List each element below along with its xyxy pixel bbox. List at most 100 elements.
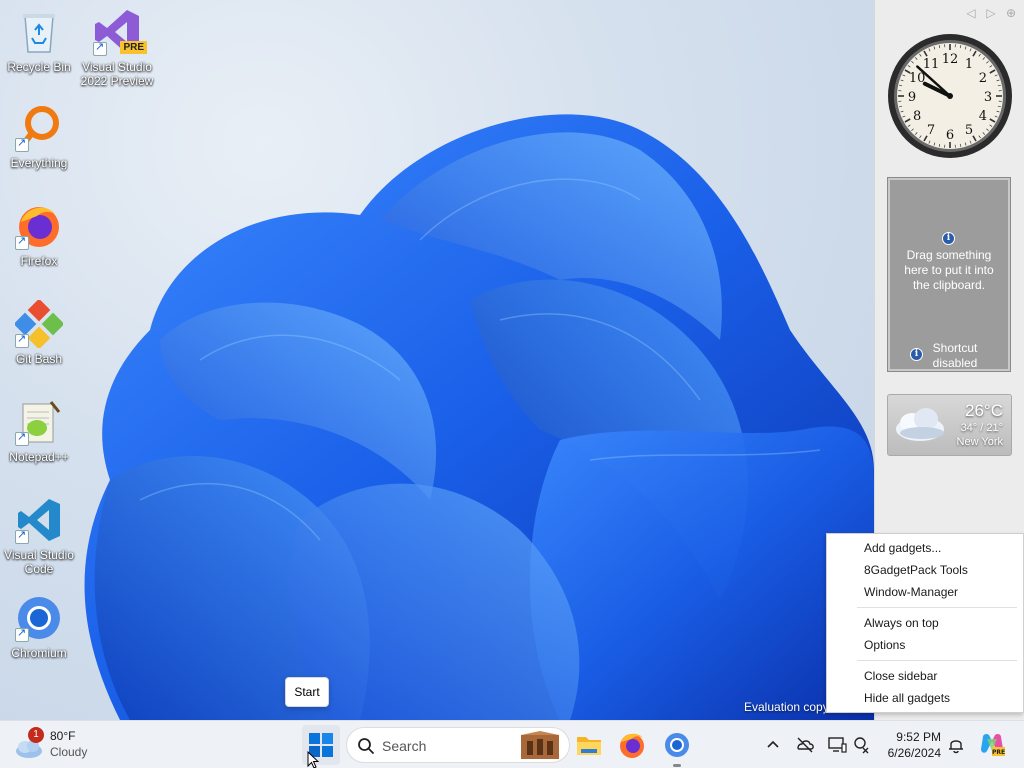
chromium-icon bbox=[665, 733, 689, 757]
clock-numeral: 5 bbox=[965, 123, 973, 138]
clipboard-gadget[interactable]: i Drag something here to put it into the… bbox=[887, 177, 1011, 372]
desktop-icon-notepad-plus-plus[interactable]: Notepad++ bbox=[0, 398, 78, 464]
tray-onedrive[interactable] bbox=[795, 735, 815, 755]
taskbar-file-explorer[interactable] bbox=[571, 727, 607, 763]
evaluation-watermark: Evaluation copy bbox=[744, 700, 826, 714]
taskbar-search-box[interactable]: Search bbox=[346, 727, 570, 763]
menu-item-close-sidebar[interactable]: Close sidebar bbox=[827, 665, 1023, 687]
sidebar-context-menu: Add gadgets... 8GadgetPack Tools Window-… bbox=[826, 533, 1024, 713]
copilot-preview-icon: PRE bbox=[981, 733, 1005, 756]
notification-badge: 1 bbox=[28, 727, 44, 743]
clock-numeral: 1 bbox=[965, 57, 973, 72]
taskbar-chromium[interactable] bbox=[659, 727, 695, 767]
notifications-button[interactable] bbox=[946, 735, 966, 755]
shortcut-arrow-icon bbox=[15, 528, 29, 544]
svg-text:PRE: PRE bbox=[992, 749, 1005, 756]
weather-range: 34° / 21° bbox=[960, 422, 1003, 434]
taskbar-weather-widget[interactable]: 1 80°F Cloudy bbox=[14, 727, 87, 761]
shortcut-arrow-icon bbox=[15, 136, 29, 152]
desktop-icon-everything[interactable]: Everything bbox=[0, 104, 78, 170]
search-icon bbox=[358, 738, 374, 754]
search-placeholder: Search bbox=[382, 738, 427, 754]
desktop-icon-recycle-bin[interactable]: Recycle Bin bbox=[0, 8, 78, 74]
firefox-icon bbox=[15, 202, 63, 250]
taskbar-weather-condition: Cloudy bbox=[50, 745, 88, 759]
desktop-icon-vscode[interactable]: Visual Studio Code bbox=[0, 496, 78, 576]
weather-city: New York bbox=[956, 436, 1003, 448]
taskbar-date: 6/26/2024 bbox=[887, 746, 941, 760]
menu-item-hide-all-gadgets[interactable]: Hide all gadgets bbox=[827, 687, 1023, 709]
clipboard-shortcut-status: i Shortcut disabled bbox=[910, 341, 983, 371]
search-highlight-art-icon bbox=[521, 731, 559, 759]
vscode-icon bbox=[15, 496, 63, 544]
display-icon bbox=[828, 737, 847, 753]
chromium-icon bbox=[15, 594, 63, 642]
desktop-icon-label: Visual Studio 2022 Preview bbox=[80, 60, 154, 88]
clock-numeral: 3 bbox=[984, 90, 992, 105]
recycle-bin-icon bbox=[15, 8, 63, 56]
clock-numeral: 8 bbox=[913, 109, 921, 124]
desktop-icon-chromium[interactable]: Chromium bbox=[0, 594, 78, 660]
menu-separator bbox=[857, 660, 1017, 661]
info-icon: i bbox=[942, 232, 955, 245]
shortcut-arrow-icon bbox=[15, 626, 29, 642]
bell-icon bbox=[949, 740, 963, 754]
show-hidden-icons-button[interactable] bbox=[763, 735, 783, 755]
taskbar-firefox[interactable] bbox=[614, 727, 650, 763]
menu-item-add-gadgets[interactable]: Add gadgets... bbox=[827, 537, 1023, 559]
desktop-icon-visual-studio-preview[interactable]: PRE Visual Studio 2022 Preview bbox=[78, 8, 156, 88]
next-page-icon[interactable]: ▷ bbox=[984, 6, 998, 20]
desktop-icon-label: Git Bash bbox=[15, 352, 63, 366]
firefox-icon bbox=[620, 733, 644, 758]
clock-numeral: 4 bbox=[979, 109, 987, 124]
start-tooltip: Start bbox=[285, 677, 329, 707]
desktop-icon-label: Everything bbox=[10, 156, 68, 170]
clipboard-message: Drag something here to put it into the c… bbox=[904, 248, 994, 292]
add-gadget-icon[interactable]: ⊕ bbox=[1004, 6, 1018, 20]
shortcut-status-text: Shortcut disabled bbox=[932, 341, 978, 370]
copilot-button[interactable]: PRE bbox=[979, 731, 1005, 757]
taskbar-clock[interactable]: 9:52 PM 6/26/2024 bbox=[883, 729, 941, 761]
desktop-icon-git-bash[interactable]: Git Bash bbox=[0, 298, 78, 366]
file-explorer-icon bbox=[577, 737, 601, 755]
tray-display[interactable] bbox=[827, 735, 847, 755]
menu-item-options[interactable]: Options bbox=[827, 634, 1023, 656]
menu-separator bbox=[857, 607, 1017, 608]
everything-search-icon bbox=[15, 104, 63, 152]
clock-numeral: 9 bbox=[908, 90, 916, 105]
clock-numeral: 12 bbox=[942, 52, 959, 67]
pre-badge: PRE bbox=[120, 41, 147, 54]
desktop-icon-label: Chromium bbox=[11, 646, 67, 660]
cloud-icon bbox=[896, 408, 944, 441]
shortcut-arrow-icon bbox=[15, 234, 29, 250]
clock-gadget[interactable]: 12 1234567891011 bbox=[886, 32, 1014, 160]
desktop-icon-label: Recycle Bin bbox=[7, 60, 71, 74]
chevron-up-icon bbox=[767, 740, 779, 748]
info-icon: i bbox=[910, 348, 923, 361]
git-bash-icon bbox=[13, 298, 65, 350]
visual-studio-preview-icon: PRE bbox=[93, 8, 147, 56]
shortcut-arrow-icon bbox=[15, 332, 29, 348]
taskbar-time: 9:52 PM bbox=[896, 730, 941, 744]
menu-item-window-manager[interactable]: Window-Manager bbox=[827, 581, 1023, 603]
network-icon bbox=[854, 737, 869, 754]
weather-gadget[interactable]: 26°C 34° / 21° New York bbox=[887, 394, 1012, 456]
previous-page-icon[interactable]: ◁ bbox=[964, 6, 978, 20]
onedrive-offline-icon bbox=[797, 737, 814, 753]
desktop-icon-label: Visual Studio Code bbox=[4, 548, 74, 576]
bloom-wallpaper-art bbox=[84, 114, 874, 720]
sidebar-nav: ◁ ▷ ⊕ bbox=[964, 6, 1018, 20]
menu-item-8gadgetpack-tools[interactable]: 8GadgetPack Tools bbox=[827, 559, 1023, 581]
desktop-wallpaper[interactable] bbox=[0, 0, 874, 720]
weather-temperature: 26°C bbox=[965, 401, 1003, 420]
tray-network[interactable] bbox=[852, 735, 872, 755]
desktop-icon-label: Firefox bbox=[20, 254, 58, 268]
shortcut-arrow-icon bbox=[15, 430, 29, 446]
desktop-icon-firefox[interactable]: Firefox bbox=[0, 202, 78, 268]
shortcut-arrow-icon bbox=[93, 40, 107, 56]
mouse-cursor-icon bbox=[307, 751, 320, 768]
clock-numeral: 2 bbox=[979, 71, 987, 86]
clock-numeral: 11 bbox=[923, 57, 940, 72]
menu-item-always-on-top[interactable]: Always on top bbox=[827, 612, 1023, 634]
taskbar-weather-temp: 80°F bbox=[50, 729, 76, 743]
